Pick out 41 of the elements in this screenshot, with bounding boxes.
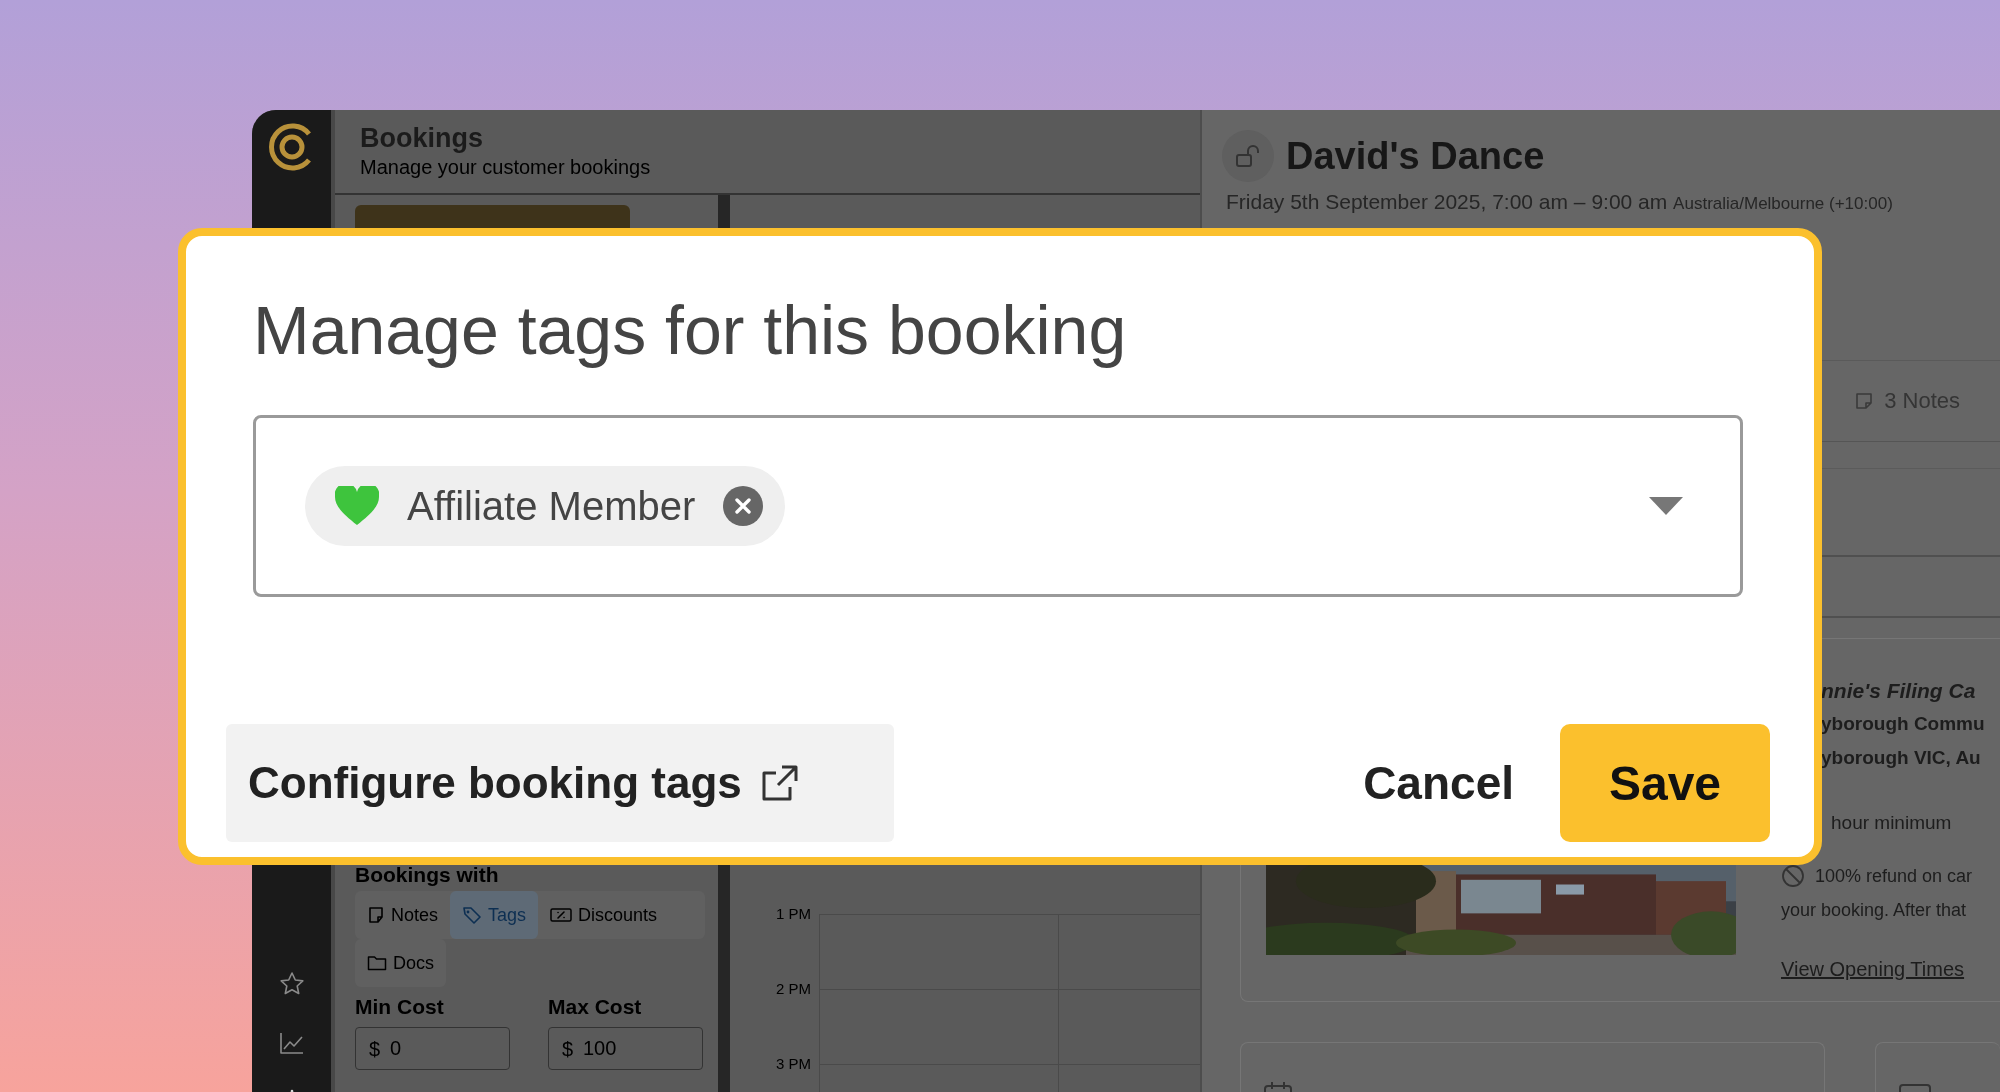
chart-icon[interactable]	[278, 1031, 305, 1055]
opening-times-link[interactable]: View Opening Times	[1781, 952, 1965, 986]
lock-icon	[1235, 144, 1261, 168]
cost-label: Min Cost	[355, 994, 445, 1020]
remove-tag-button[interactable]	[723, 486, 764, 526]
cost-label: Max Cost	[548, 994, 643, 1020]
ticket-icon	[550, 907, 573, 923]
filter-heading: Bookings with	[355, 863, 500, 887]
minimum-text: hour minimum	[1831, 811, 1953, 835]
note-icon	[1854, 391, 1875, 411]
currency-symbol: $	[562, 1038, 574, 1060]
booking-date: Friday 5th September 2025, 7:00 am – 9:00 am Australia/Melbourne (+10:00)	[1225, 190, 1894, 214]
venue-name: nnie's Filing Ca	[1821, 678, 1977, 704]
configure-tags-button[interactable]: Configure booking tags	[226, 724, 894, 842]
tag-icon	[462, 906, 483, 924]
ban-icon	[1781, 864, 1805, 888]
venue-address: yborough VIC, Au	[1821, 746, 1982, 770]
folder-icon	[367, 955, 387, 971]
refund-text: your booking. After that	[1781, 899, 1968, 922]
refund-text: 100% refund on car	[1815, 865, 1973, 888]
venue-address: yborough Commu	[1821, 712, 1986, 736]
tag-label: Affiliate Member	[407, 483, 696, 529]
star-icon[interactable]	[278, 971, 305, 997]
lock-button[interactable]	[1222, 130, 1274, 182]
cancel-button[interactable]: Cancel	[1363, 756, 1514, 810]
filter-chip[interactable]: Tags	[450, 891, 539, 939]
page-title: Bookings	[360, 122, 484, 154]
note-icon	[367, 906, 385, 924]
page-subtitle: Manage your customer bookings	[360, 155, 652, 180]
filter-chip[interactable]: Discounts	[538, 891, 670, 939]
tag-select[interactable]: Affiliate Member	[253, 415, 1743, 597]
dropdown-icon[interactable]	[1649, 497, 1683, 515]
dialog-title: Manage tags for this booking	[253, 291, 1128, 370]
filter-chip[interactable]: Docs	[355, 939, 446, 987]
currency-symbol: $	[369, 1038, 381, 1060]
time-label: 3 PM	[775, 1055, 812, 1074]
external-link-icon	[761, 765, 798, 801]
filter-chip[interactable]: Notes	[355, 891, 451, 939]
save-button[interactable]: Save	[1560, 724, 1770, 842]
booking-title: David's Dance	[1286, 134, 1545, 178]
close-icon	[733, 496, 754, 516]
